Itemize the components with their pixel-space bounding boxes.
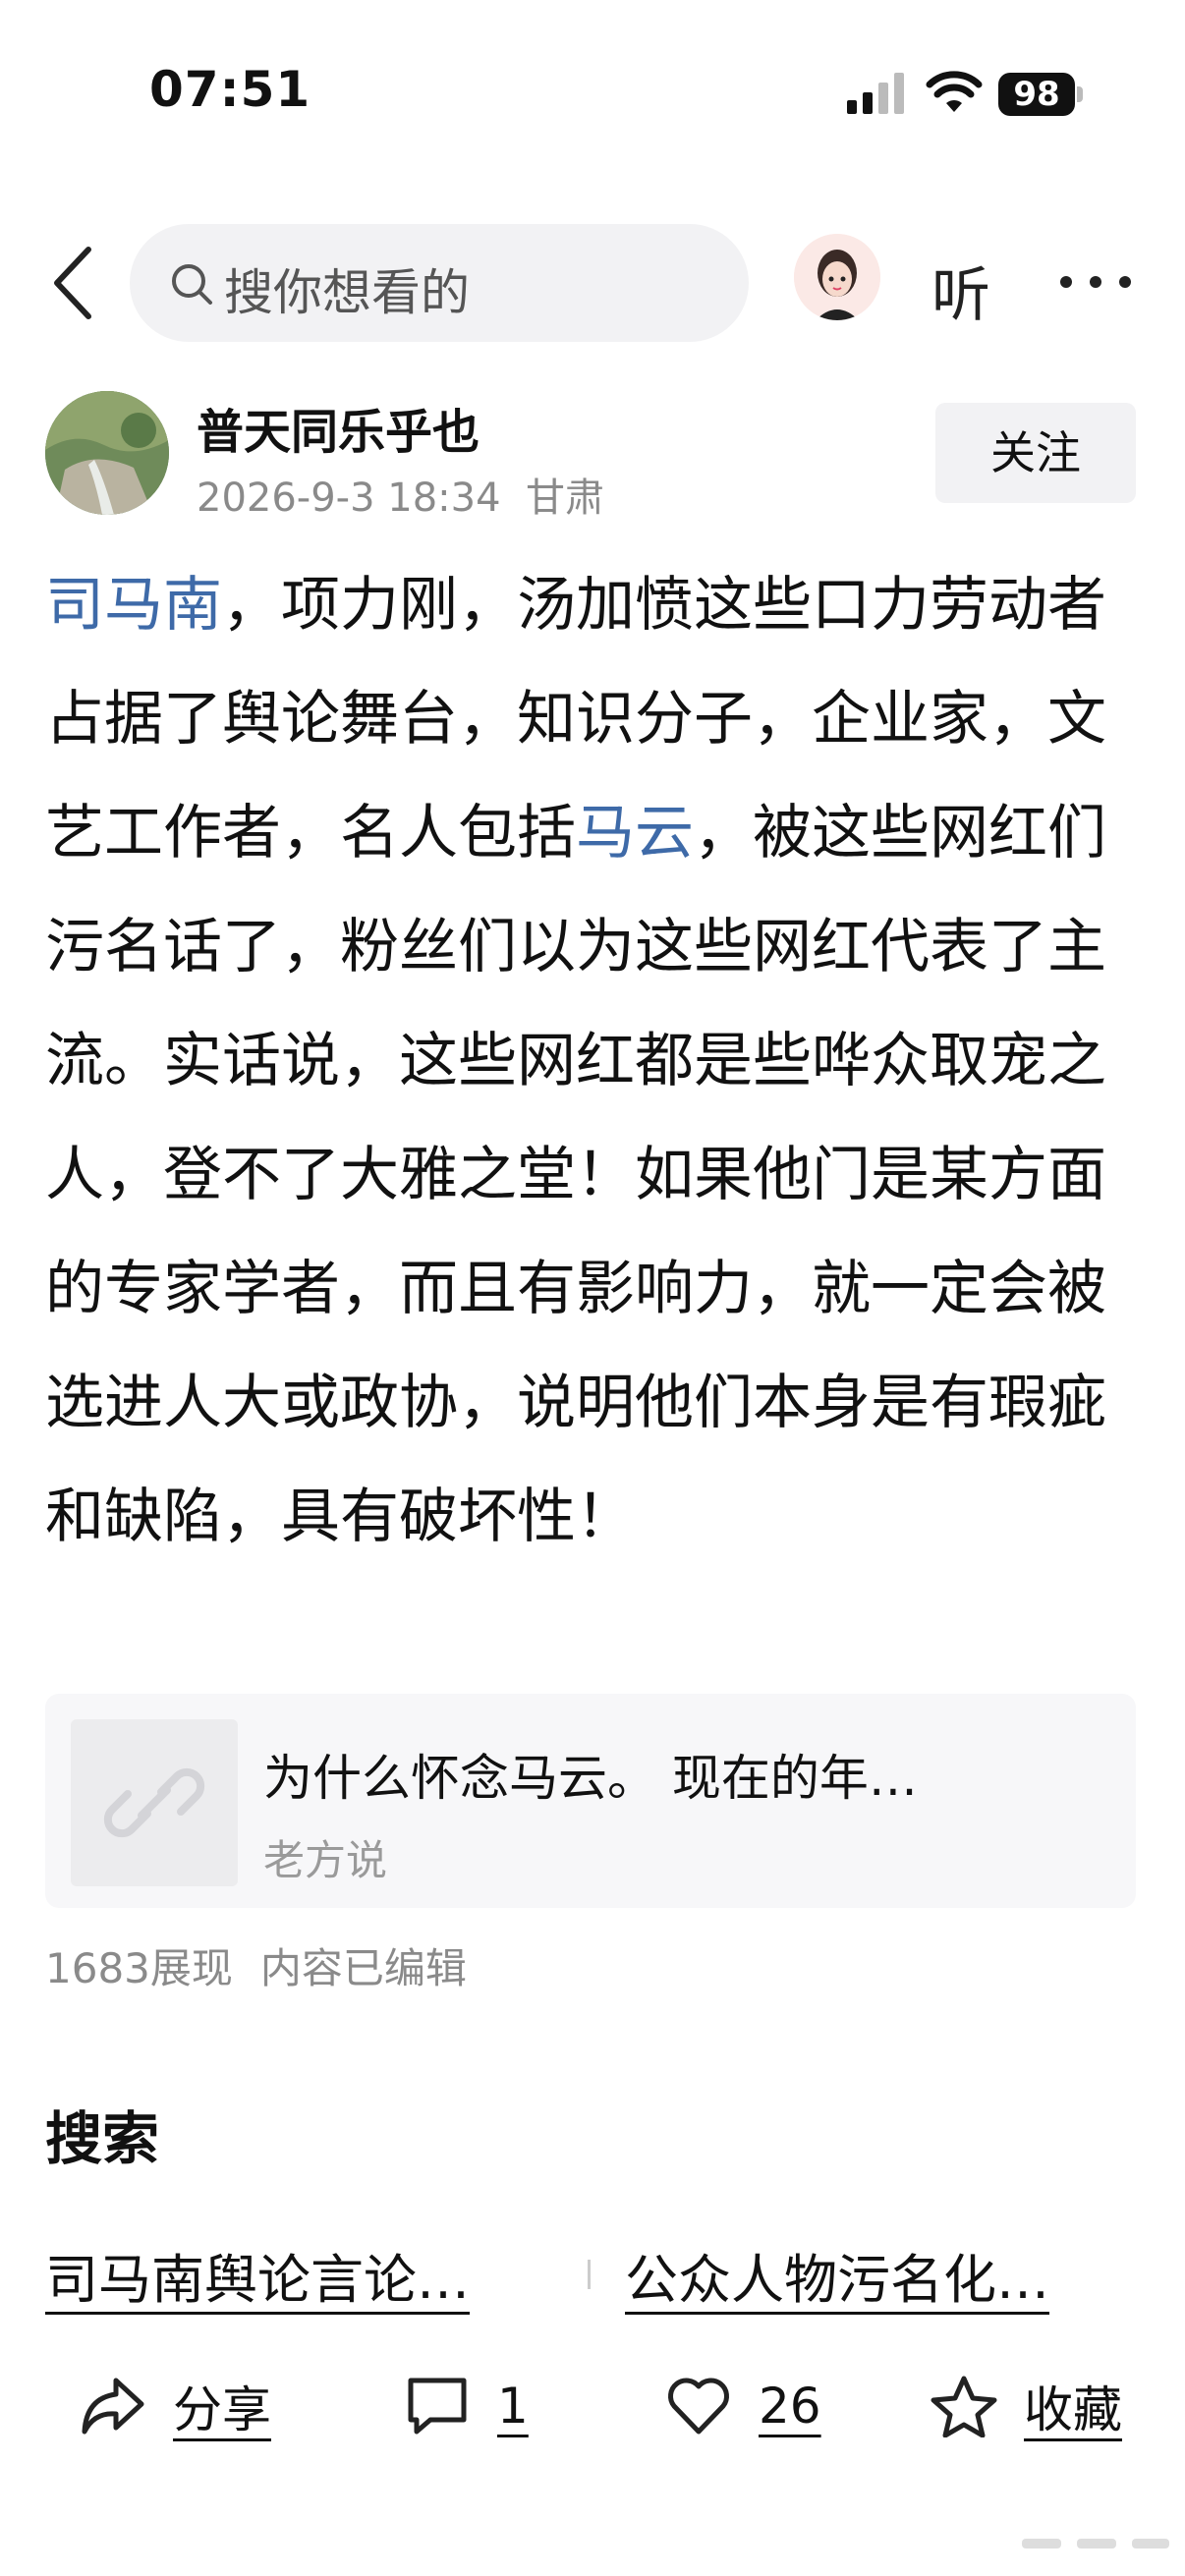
like-count: 26 <box>759 2378 821 2435</box>
search-placeholder[interactable]: 搜你想看的 <box>224 253 470 324</box>
assistant-avatar-image <box>794 234 880 320</box>
wifi-icon <box>926 71 983 112</box>
status-time: 07:51 <box>149 61 311 118</box>
link-card-title[interactable]: 为什么怀念马云。 现在的年… <box>263 1739 1049 1810</box>
link-icon <box>103 1767 205 1838</box>
search-icon <box>172 264 212 305</box>
edited-label: 内容已编辑 <box>259 1944 467 1992</box>
author-avatar[interactable] <box>45 391 169 515</box>
mention-link[interactable]: 司马南 <box>45 571 222 640</box>
suggestion-divider <box>588 2260 591 2289</box>
author-name[interactable]: 普天同乐乎也 <box>197 393 480 462</box>
more-icon[interactable] <box>1057 257 1134 307</box>
signal-icon <box>847 73 904 114</box>
battery-tip <box>1077 86 1083 102</box>
view-count: 1683展现 <box>45 1944 233 1992</box>
mention-link[interactable]: 马云 <box>576 799 694 868</box>
share-icon <box>82 2378 144 2435</box>
favorite-label: 收藏 <box>1024 2381 1122 2438</box>
search-suggestion[interactable]: 司马南舆论言论… <box>45 2236 470 2314</box>
follow-button[interactable]: 关注 <box>935 403 1136 503</box>
listen-button[interactable]: 听 <box>931 248 990 333</box>
favorite-button[interactable]: 收藏 <box>930 2362 1122 2450</box>
post-body: 司马南，项力刚，汤加愤这些口力劳动者占据了舆论舞台，知识分子，企业家，文艺工作者… <box>45 548 1141 1574</box>
battery-indicator: 98 <box>998 73 1075 116</box>
post-location: 甘肃 <box>526 476 604 521</box>
like-button[interactable]: 26 <box>664 2362 821 2450</box>
share-button[interactable]: 分享 <box>79 2362 271 2450</box>
assistant-avatar[interactable] <box>794 234 880 320</box>
comment-icon <box>408 2378 467 2435</box>
post-date: 2026-9-3 18:34 <box>197 476 501 521</box>
search-section-heading: 搜索 <box>45 2105 160 2172</box>
heart-icon <box>668 2378 729 2435</box>
post-text: ，被这些网红们污名话了，粉丝们以为这些网红代表了主流。实话说，这些网红都是些哗众… <box>45 799 1106 1551</box>
back-icon[interactable] <box>49 244 98 322</box>
comment-count: 1 <box>497 2378 529 2435</box>
star-icon <box>931 2376 997 2437</box>
home-indicator-icon <box>1022 2539 1169 2548</box>
link-thumbnail <box>71 1719 238 1886</box>
post-meta: 2026-9-3 18:34 甘肃 <box>197 466 604 523</box>
comment-button[interactable]: 1 <box>403 2362 529 2450</box>
search-suggestion[interactable]: 公众人物污名化… <box>625 2236 1049 2314</box>
author-avatar-image <box>45 391 169 515</box>
share-label: 分享 <box>173 2381 271 2438</box>
link-card-source: 老方说 <box>263 1836 388 1884</box>
post-stats: 1683展现 内容已编辑 <box>45 1935 494 1995</box>
